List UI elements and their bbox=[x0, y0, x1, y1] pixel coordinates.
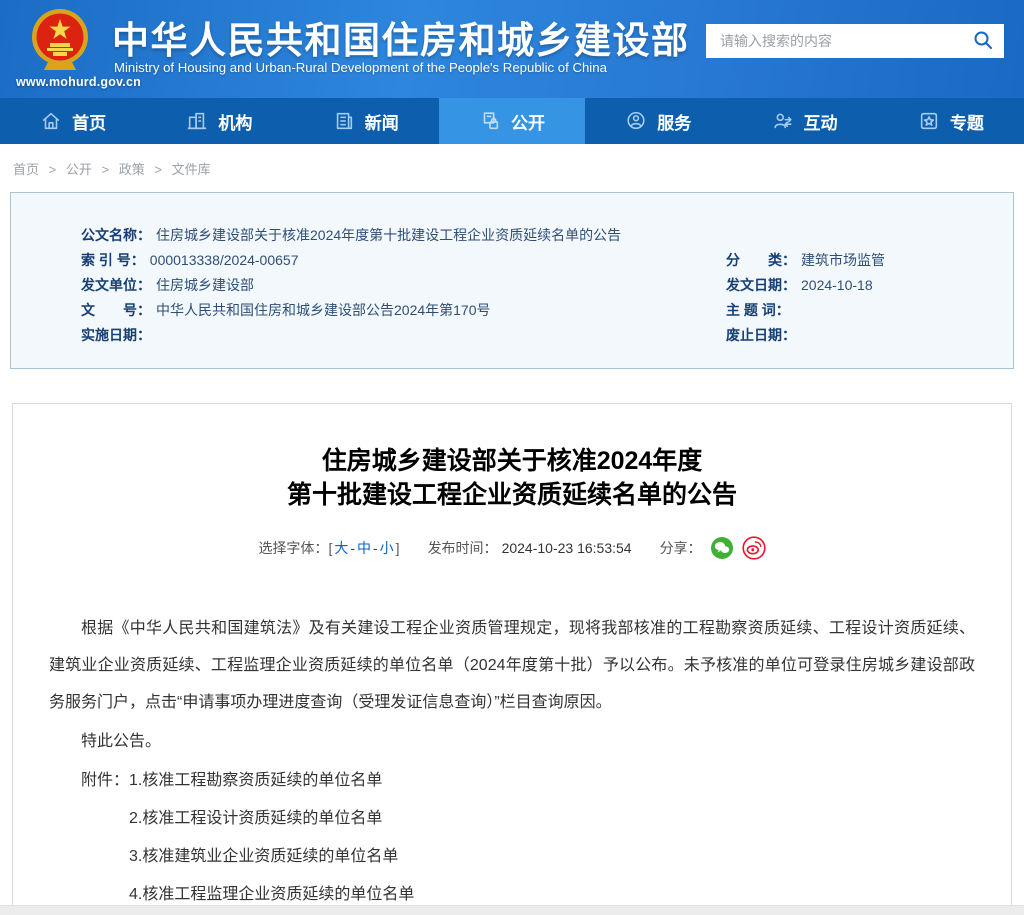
nav-label: 互动 bbox=[804, 109, 838, 134]
nav-label: 新闻 bbox=[365, 109, 399, 134]
breadcrumb: 首页 > 公开 > 政策 > 文件库 bbox=[0, 144, 1024, 187]
meta-label: 发文日期： bbox=[726, 273, 796, 298]
meta-label: 发文单位： bbox=[81, 273, 151, 298]
weibo-icon[interactable] bbox=[742, 536, 766, 560]
nav-label: 机构 bbox=[218, 109, 252, 134]
meta-label: 索 引 号： bbox=[81, 248, 145, 273]
breadcrumb-separator: > bbox=[102, 162, 110, 177]
bracket: ] bbox=[396, 540, 400, 556]
attachment-link-4[interactable]: 4.核准工程监理企业资质延续的单位名单 bbox=[129, 876, 414, 908]
meta-label: 分 类： bbox=[726, 248, 796, 273]
meta-label: 主 题 词： bbox=[726, 298, 790, 323]
article-body: 根据《中华人民共和国建筑法》及有关建设工程企业资质管理规定，现将我部核准的工程勘… bbox=[49, 610, 975, 908]
attachments-block: 附件： 1.核准工程勘察资质延续的单位名单 2.核准工程设计资质延续的单位名单 … bbox=[81, 762, 975, 908]
disclosure-icon bbox=[479, 110, 501, 132]
nav-item-disclosure[interactable]: 公开 bbox=[439, 98, 585, 144]
nav-label: 公开 bbox=[511, 109, 545, 134]
nav-item-service[interactable]: 服务 bbox=[585, 98, 731, 144]
nav-label: 首页 bbox=[72, 109, 106, 134]
search-box bbox=[706, 24, 1004, 58]
meta-value: 中华人民共和国住房和城乡建设部公告2024年第170号 bbox=[156, 298, 491, 323]
meta-label: 实施日期： bbox=[81, 323, 151, 348]
main-nav: 首页 机构 新闻 公开 bbox=[0, 98, 1024, 144]
font-size-sep: - bbox=[373, 540, 378, 556]
meta-row: 文 号： 中华人民共和国住房和城乡建设部公告2024年第170号 主 题 词： bbox=[81, 298, 1013, 323]
search-button[interactable] bbox=[962, 24, 1004, 58]
site-title: 中华人民共和国住房和城乡建设部 bbox=[112, 10, 690, 64]
font-size-selector: 选择字体： [ 大 - 中 - 小 ] bbox=[258, 538, 399, 558]
font-size-medium[interactable]: 中 bbox=[357, 538, 371, 558]
publish-time-group: 发布时间： 2024-10-23 16:53:54 bbox=[428, 538, 632, 558]
meta-value: 住房城乡建设部 bbox=[156, 273, 254, 298]
article-paragraph: 根据《中华人民共和国建筑法》及有关建设工程企业资质管理规定，现将我部核准的工程勘… bbox=[49, 610, 975, 721]
publish-time-value: 2024-10-23 16:53:54 bbox=[502, 540, 632, 556]
breadcrumb-item-library[interactable]: 文件库 bbox=[172, 162, 211, 177]
meta-label: 废止日期： bbox=[726, 323, 796, 348]
meta-row-name: 公文名称： 住房城乡建设部关于核准2024年度第十批建设工程企业资质延续名单的公… bbox=[81, 223, 1013, 248]
attachment-link-2[interactable]: 2.核准工程设计资质延续的单位名单 bbox=[129, 800, 414, 838]
article-title-line2: 第十批建设工程企业资质延续名单的公告 bbox=[49, 478, 975, 512]
font-size-sep: - bbox=[350, 540, 355, 556]
meta-row: 索 引 号： 000013338/2024-00657 分 类： 建筑市场监管 bbox=[81, 248, 1013, 273]
footer-strip bbox=[0, 905, 1024, 915]
article-title: 住房城乡建设部关于核准2024年度 第十批建设工程企业资质延续名单的公告 bbox=[49, 444, 975, 512]
meta-value: 建筑市场监管 bbox=[801, 248, 885, 273]
share-label: 分享： bbox=[660, 538, 702, 558]
nav-item-organization[interactable]: 机构 bbox=[146, 98, 292, 144]
breadcrumb-item-home[interactable]: 首页 bbox=[13, 162, 39, 177]
publish-time-label: 发布时间： bbox=[428, 538, 498, 558]
nav-item-home[interactable]: 首页 bbox=[0, 98, 146, 144]
national-emblem-icon bbox=[30, 7, 90, 76]
organization-icon bbox=[186, 110, 208, 132]
nav-item-news[interactable]: 新闻 bbox=[293, 98, 439, 144]
font-size-small[interactable]: 小 bbox=[380, 538, 394, 558]
news-icon bbox=[333, 110, 355, 132]
font-size-label: 选择字体： bbox=[258, 538, 328, 558]
search-icon bbox=[972, 29, 994, 54]
breadcrumb-item-disclosure[interactable]: 公开 bbox=[66, 162, 92, 177]
article-card: 住房城乡建设部关于核准2024年度 第十批建设工程企业资质延续名单的公告 选择字… bbox=[12, 403, 1012, 908]
meta-value: 住房城乡建设部关于核准2024年度第十批建设工程企业资质延续名单的公告 bbox=[156, 223, 621, 248]
site-url: www.mohurd.gov.cn bbox=[16, 75, 141, 89]
font-size-large[interactable]: 大 bbox=[334, 538, 348, 558]
breadcrumb-item-policy[interactable]: 政策 bbox=[119, 162, 145, 177]
attachments-label: 附件： bbox=[81, 762, 129, 908]
breadcrumb-separator: > bbox=[154, 162, 162, 177]
search-input[interactable] bbox=[706, 24, 962, 58]
service-icon bbox=[625, 110, 647, 132]
site-subtitle: Ministry of Housing and Urban-Rural Deve… bbox=[114, 60, 607, 75]
article-meta-bar: 选择字体： [ 大 - 中 - 小 ] 发布时间： 2024-10-23 16:… bbox=[49, 536, 975, 560]
meta-row: 实施日期： 废止日期： bbox=[81, 323, 1013, 348]
nav-item-interaction[interactable]: 互动 bbox=[731, 98, 877, 144]
nav-label: 服务 bbox=[657, 109, 691, 134]
meta-label: 文 号： bbox=[81, 298, 151, 323]
meta-label: 公文名称： bbox=[81, 223, 151, 248]
meta-value: 000013338/2024-00657 bbox=[150, 248, 299, 273]
interaction-icon bbox=[772, 110, 794, 132]
meta-row: 发文单位： 住房城乡建设部 发文日期： 2024-10-18 bbox=[81, 273, 1013, 298]
meta-value: 2024-10-18 bbox=[801, 273, 873, 298]
bracket: [ bbox=[328, 540, 332, 556]
share-group: 分享： bbox=[660, 536, 766, 560]
nav-label: 专题 bbox=[950, 109, 984, 134]
home-icon bbox=[40, 110, 62, 132]
breadcrumb-separator: > bbox=[49, 162, 57, 177]
article-paragraph: 特此公告。 bbox=[49, 723, 975, 760]
document-meta-box: 公文名称： 住房城乡建设部关于核准2024年度第十批建设工程企业资质延续名单的公… bbox=[10, 192, 1014, 369]
site-header: www.mohurd.gov.cn 中华人民共和国住房和城乡建设部 Minist… bbox=[0, 0, 1024, 98]
attachment-link-1[interactable]: 1.核准工程勘察资质延续的单位名单 bbox=[129, 762, 414, 800]
article-title-line1: 住房城乡建设部关于核准2024年度 bbox=[49, 444, 975, 478]
wechat-icon[interactable] bbox=[710, 536, 734, 560]
nav-item-topic[interactable]: 专题 bbox=[878, 98, 1024, 144]
attachment-link-3[interactable]: 3.核准建筑业企业资质延续的单位名单 bbox=[129, 838, 414, 876]
topic-icon bbox=[918, 110, 940, 132]
